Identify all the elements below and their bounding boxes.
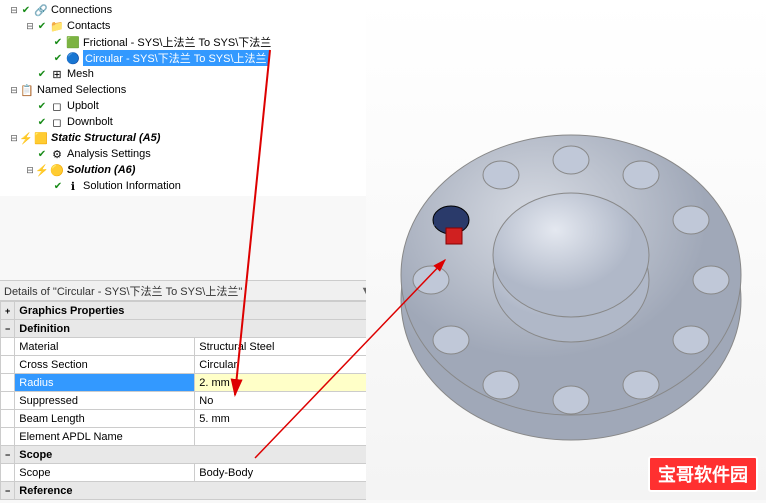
contact-icon: 🟩 [66,35,80,49]
section-label: Graphics Properties [15,302,405,320]
tree-named-selections[interactable]: 📋 Named Selections [0,82,420,98]
tree-circular[interactable]: 🔵 Circular - SYS\下法兰 To SYS\上法兰 [0,50,420,66]
check-icon [52,36,64,48]
graphics-viewport[interactable] [366,0,766,500]
collapse-icon[interactable]: − [1,320,15,338]
model-render [366,0,766,500]
check-icon [52,52,64,64]
prop-label: Radius [15,374,195,392]
tree-label: Circular - SYS\下法兰 To SYS\上法兰 [83,50,269,66]
tree-contacts[interactable]: 📁 Contacts [0,18,420,34]
mesh-icon: ⊞ [50,67,64,81]
section-label: Scope [15,446,405,464]
section-scope[interactable]: − Scope [1,446,405,464]
tree-frictional[interactable]: 🟩 Frictional - SYS\上法兰 To SYS\下法兰 [0,34,420,50]
collapse-icon[interactable]: − [1,482,15,500]
collapse-icon[interactable] [8,85,20,96]
tree-label: Mesh [67,68,94,80]
settings-icon: ⚙ [50,147,64,161]
check-icon [36,148,48,160]
tree-static-structural[interactable]: ⚡ 🟨 Static Structural (A5) [0,130,420,146]
tree-label: Contacts [67,20,110,32]
check-icon [36,68,48,80]
check-icon [36,100,48,112]
prop-label: Scope [15,464,195,482]
tree-label: Connections [51,4,112,16]
collapse-icon[interactable] [8,5,20,16]
check-icon [20,4,32,16]
prop-label: Element APDL Name [15,428,195,446]
row-beam-length[interactable]: Beam Length 5. mm [1,410,405,428]
watermark: 宝哥软件园 [648,456,758,492]
details-header: Details of "Circular - SYS\下法兰 To SYS\上法… [0,281,405,301]
section-label: Definition [15,320,405,338]
tree-mesh[interactable]: ⊞ Mesh [0,66,420,82]
property-table: + Graphics Properties − Definition Mater… [0,301,405,500]
selection-icon: ◻ [50,115,64,129]
tree-label: Analysis Settings [67,148,151,160]
beam-icon: 🔵 [66,51,80,65]
tree-label: Solution (A6) [67,164,135,176]
section-reference[interactable]: − Reference [1,482,405,500]
tree-label: Downbolt [67,116,113,128]
tree-label: Static Structural (A5) [51,132,160,144]
section-definition[interactable]: − Definition [1,320,405,338]
details-panel: Details of "Circular - SYS\下法兰 To SYS\上法… [0,280,405,500]
collapse-icon[interactable] [24,21,36,32]
status-icon: ⚡ [36,164,48,176]
row-element-apdl[interactable]: Element APDL Name [1,428,405,446]
tree-label: Named Selections [37,84,126,96]
prop-label: Material [15,338,195,356]
folder-icon: 📁 [50,19,64,33]
check-icon [36,116,48,128]
status-icon: ⚡ [20,132,32,144]
expand-icon[interactable]: + [1,302,15,320]
solution-icon: 🟡 [50,163,64,177]
collapse-icon[interactable]: − [1,446,15,464]
row-scope[interactable]: Scope Body-Body [1,464,405,482]
prop-label: Beam Length [15,410,195,428]
row-material[interactable]: Material Structural Steel [1,338,405,356]
prop-label: Suppressed [15,392,195,410]
selection-icon: ◻ [50,99,64,113]
row-radius[interactable]: Radius 2. mm [1,374,405,392]
tree-solution-info[interactable]: ℹ Solution Information [0,178,420,194]
prop-label: Cross Section [15,356,195,374]
tree-label: Solution Information [83,180,181,192]
row-suppressed[interactable]: Suppressed No [1,392,405,410]
info-icon: ℹ [66,179,80,193]
tree-connections[interactable]: 🔗 Connections [0,2,420,18]
tree-upbolt[interactable]: ◻ Upbolt [0,98,420,114]
section-graphics[interactable]: + Graphics Properties [1,302,405,320]
selection-marker-icon [434,218,442,226]
connections-icon: 🔗 [34,3,48,17]
check-icon [36,20,48,32]
row-cross-section[interactable]: Cross Section Circular [1,356,405,374]
tree-label: Frictional - SYS\上法兰 To SYS\下法兰 [83,34,271,50]
outline-tree: 🔗 Connections 📁 Contacts 🟩 Frictional - … [0,0,420,196]
tree-downbolt[interactable]: ◻ Downbolt [0,114,420,130]
tree-analysis-settings[interactable]: ⚙ Analysis Settings [0,146,420,162]
check-icon [52,180,64,192]
static-icon: 🟨 [34,131,48,145]
tree-solution[interactable]: ⚡ 🟡 Solution (A6) [0,162,420,178]
details-title: Details of "Circular - SYS\下法兰 To SYS\上法… [4,283,359,299]
tree-label: Upbolt [67,100,99,112]
named-icon: 📋 [20,83,34,97]
section-label: Reference [15,482,405,500]
selection-marker-icon [446,228,462,244]
